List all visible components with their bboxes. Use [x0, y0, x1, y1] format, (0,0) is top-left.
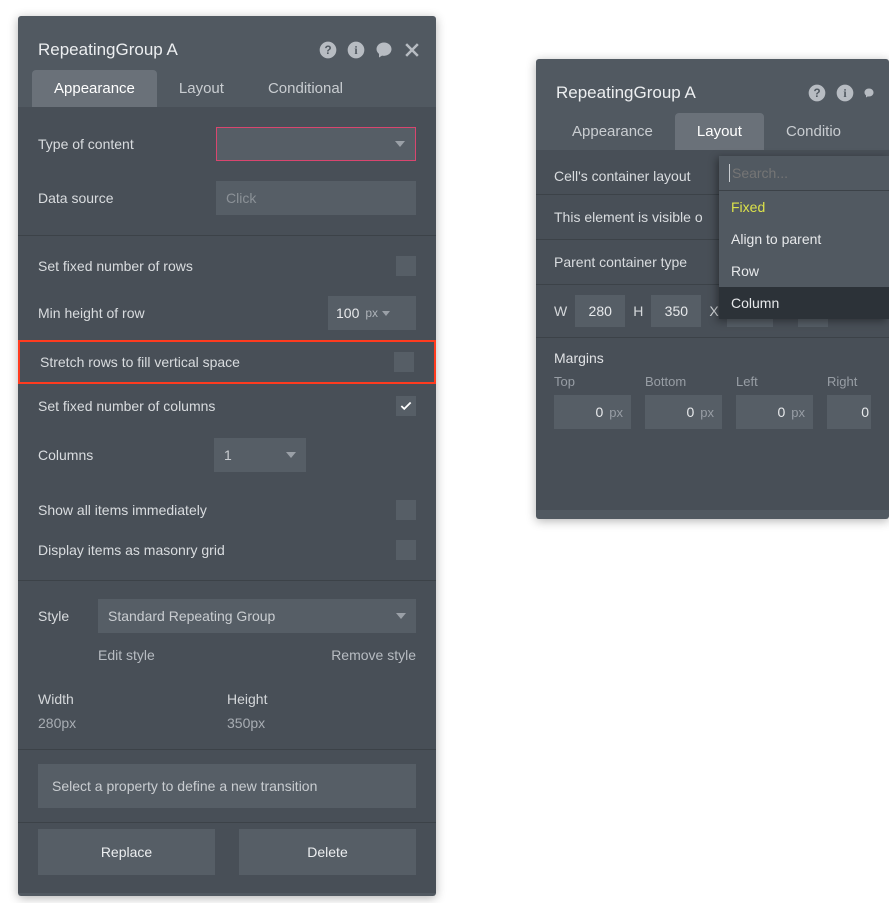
property-panel-layout: RepeatingGroup A ? i Appearance Layout C…: [536, 59, 889, 519]
tab-appearance[interactable]: Appearance: [550, 113, 675, 150]
width-value: 280px: [38, 715, 227, 731]
comment-icon[interactable]: [374, 40, 394, 60]
tabs: Appearance Layout Conditio: [536, 113, 889, 150]
show-all-label: Show all items immediately: [38, 502, 396, 518]
margin-bottom-label: Bottom: [645, 374, 722, 389]
panel-header: RepeatingGroup A ? i: [536, 59, 889, 113]
show-all-checkbox[interactable]: [396, 500, 416, 520]
layout-dropdown-popup: Fixed Align to parent Row Column: [719, 156, 889, 319]
info-icon[interactable]: i: [835, 83, 855, 103]
option-align-to-parent[interactable]: Align to parent: [719, 223, 889, 255]
margins-section: Margins Top 0 px Bottom 0 px: [536, 338, 889, 433]
panel-body: Cell's container layout This element is …: [536, 150, 889, 510]
option-fixed[interactable]: Fixed: [719, 191, 889, 223]
masonry-checkbox[interactable]: [396, 540, 416, 560]
stretch-rows-row: Stretch rows to fill vertical space: [18, 340, 436, 384]
option-row[interactable]: Row: [719, 255, 889, 287]
fixed-cols-checkbox[interactable]: [396, 396, 416, 416]
panel-title: RepeatingGroup A: [38, 40, 318, 60]
margin-right-input[interactable]: 0: [827, 395, 871, 429]
height-value: 350px: [227, 715, 416, 731]
height-label: Height: [227, 691, 416, 707]
width-label: Width: [38, 691, 227, 707]
tab-layout[interactable]: Layout: [157, 70, 246, 107]
help-icon[interactable]: ?: [318, 40, 338, 60]
min-height-label: Min height of row: [38, 305, 328, 321]
min-height-input[interactable]: 100 px: [328, 296, 416, 330]
edit-style-link[interactable]: Edit style: [98, 647, 155, 663]
fixed-rows-label: Set fixed number of rows: [38, 258, 396, 274]
tab-conditional[interactable]: Conditio: [764, 113, 847, 150]
comment-icon[interactable]: [863, 83, 875, 103]
remove-style-link[interactable]: Remove style: [331, 647, 416, 663]
header-icons: ? i: [318, 40, 422, 60]
margin-left-input[interactable]: 0 px: [736, 395, 813, 429]
replace-button[interactable]: Replace: [38, 829, 215, 875]
margins-title: Margins: [554, 350, 871, 366]
columns-dropdown[interactable]: 1: [214, 438, 306, 472]
type-of-content-label: Type of content: [38, 136, 216, 152]
data-source-label: Data source: [38, 190, 216, 206]
property-panel-appearance: RepeatingGroup A ? i Appearance Layout C…: [18, 16, 436, 896]
stretch-rows-checkbox[interactable]: [394, 352, 414, 372]
fixed-cols-label: Set fixed number of columns: [38, 398, 396, 414]
check-icon: [399, 399, 413, 413]
svg-text:?: ?: [324, 44, 331, 57]
margin-bottom-input[interactable]: 0 px: [645, 395, 722, 429]
delete-button[interactable]: Delete: [239, 829, 416, 875]
dimensions-row: Width 280px Height 350px: [18, 677, 436, 737]
panel-title: RepeatingGroup A: [556, 83, 807, 103]
stretch-rows-label: Stretch rows to fill vertical space: [40, 354, 394, 370]
style-label: Style: [38, 608, 98, 624]
dropdown-search-input[interactable]: [732, 165, 879, 181]
margin-top-input[interactable]: 0 px: [554, 395, 631, 429]
tab-layout[interactable]: Layout: [675, 113, 764, 150]
tab-appearance[interactable]: Appearance: [32, 70, 157, 107]
h-input[interactable]: 350: [651, 295, 701, 327]
dropdown-search[interactable]: [719, 156, 889, 191]
transition-dropdown[interactable]: Select a property to define a new transi…: [38, 764, 416, 808]
margin-left-label: Left: [736, 374, 813, 389]
tab-conditional[interactable]: Conditional: [246, 70, 365, 107]
help-icon[interactable]: ?: [807, 83, 827, 103]
fixed-rows-checkbox[interactable]: [396, 256, 416, 276]
data-source-input[interactable]: Click: [216, 181, 416, 215]
margin-right-label: Right: [827, 374, 871, 389]
info-icon[interactable]: i: [346, 40, 366, 60]
margin-top-label: Top: [554, 374, 631, 389]
close-icon[interactable]: [402, 40, 422, 60]
x-label: X: [709, 303, 718, 319]
panel-header: RepeatingGroup A ? i: [18, 16, 436, 70]
header-icons: ? i: [807, 83, 875, 103]
panel-body: Type of content Data source Click Set fi…: [18, 107, 436, 893]
style-dropdown[interactable]: Standard Repeating Group: [98, 599, 416, 633]
type-of-content-dropdown[interactable]: [216, 127, 416, 161]
option-column[interactable]: Column: [719, 287, 889, 319]
svg-text:?: ?: [813, 87, 820, 100]
h-label: H: [633, 303, 643, 319]
w-input[interactable]: 280: [575, 295, 625, 327]
columns-label: Columns: [38, 447, 214, 463]
tabs: Appearance Layout Conditional: [18, 70, 436, 107]
masonry-label: Display items as masonry grid: [38, 542, 396, 558]
w-label: W: [554, 303, 567, 319]
